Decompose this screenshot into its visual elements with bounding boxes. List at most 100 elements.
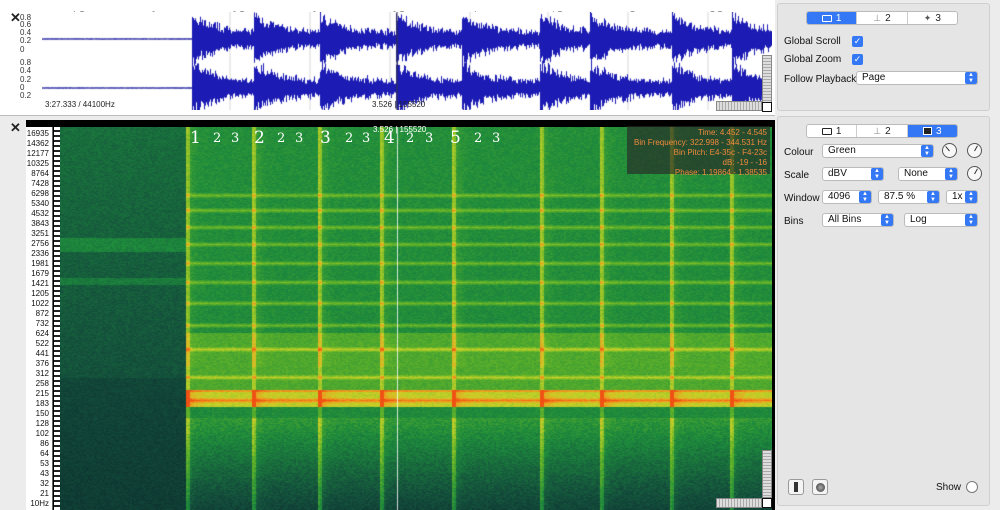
info-time: Time: 4.452 - 4.545 <box>697 128 767 137</box>
spectrogram-property-panel: 1 ⊥ 2 3 Colour Green ▲ ▼ Scale dBV ▲ ▼ None ▲ ▼… <box>777 116 990 506</box>
chevron-updown-icon: ▲ ▼ <box>965 191 977 203</box>
tab-layer-3[interactable]: ✦ 3 <box>908 12 957 24</box>
frequency-label: 12177 <box>26 149 49 158</box>
tab-layer-1[interactable]: 1 <box>807 125 858 137</box>
vertical-zoom-scrollbar[interactable] <box>762 55 772 103</box>
info-db: dB: -19 - -16 <box>722 158 767 167</box>
colour-select[interactable]: Green ▲ ▼ <box>822 144 934 158</box>
spectrogram-horizontal-zoom-scrollbar[interactable] <box>716 498 762 508</box>
pane-icon <box>821 14 832 22</box>
amplitude-label: 0.2 <box>20 91 32 100</box>
frequency-label: 3843 <box>31 219 49 228</box>
frequency-label: 64 <box>40 449 49 458</box>
measurement-info-box: Time: 4.452 - 4.545 Bin Frequency: 322.9… <box>627 126 770 177</box>
chevron-updown-icon: ▲ ▼ <box>921 145 933 157</box>
frequency-label: 7428 <box>31 179 49 188</box>
select-value: All Bins <box>828 214 862 225</box>
select-value: 1x <box>952 191 963 202</box>
frequency-label: 441 <box>35 349 49 358</box>
follow-playback-select[interactable]: Page ▲ ▼ <box>856 71 978 85</box>
frequency-label: 86 <box>40 439 49 448</box>
colour-rotation-knob[interactable] <box>942 143 957 158</box>
beat-label: 5 <box>450 128 461 148</box>
beat-label: 3 <box>362 131 371 146</box>
layer-icon <box>794 482 798 492</box>
beat-label: 3 <box>295 131 304 146</box>
scale-select[interactable]: dBV ▲ ▼ <box>822 167 884 181</box>
waveform-pane[interactable]: ✕ 1.522.533.544.555.5 0.80.60.40.200.80.… <box>0 0 775 116</box>
frequency-label: 2336 <box>31 249 49 258</box>
waveform-canvas[interactable] <box>42 12 772 110</box>
frequency-label: 8764 <box>31 169 49 178</box>
info-bin-pitch: Bin Pitch: E4-35c - F4-23c <box>673 148 767 157</box>
frequency-label: 258 <box>35 379 49 388</box>
cursor-position-info: 3.526 | 155520 <box>372 100 426 109</box>
spectrogram-pane[interactable]: ✕ 16935 14362 12177 10325 8764 7428 6298 5340 45… <box>0 120 775 510</box>
window-overlap-select[interactable]: 87.5 % ▲ ▼ <box>878 190 940 204</box>
spectrogram-icon <box>923 127 933 135</box>
gain-knob[interactable] <box>967 166 982 181</box>
frequency-label: 183 <box>35 399 49 408</box>
frequency-label: 21 <box>40 489 49 498</box>
frequency-label: 1022 <box>31 299 49 308</box>
layer-visibility-button[interactable] <box>788 479 804 495</box>
oversampling-select[interactable]: 1x ▲ ▼ <box>946 190 978 204</box>
show-toggle[interactable] <box>966 481 978 493</box>
info-bin-frequency: Bin Frequency: 322.998 - 344.531 Hz <box>634 138 767 147</box>
beat-label: 1 <box>190 128 201 148</box>
horizontal-zoom-scrollbar[interactable] <box>716 101 762 111</box>
frequency-label: 32 <box>40 479 49 488</box>
close-spectrogram-pane-icon[interactable]: ✕ <box>10 121 21 134</box>
window-label: Window <box>784 193 820 204</box>
tab-label: 1 <box>835 125 842 137</box>
frequency-label: 215 <box>35 389 49 398</box>
spectrogram-cursor-info: 3.526 | 155520 <box>373 125 427 134</box>
frequency-label: 14362 <box>26 139 49 148</box>
beat-label: 3 <box>320 128 331 148</box>
threshold-knob[interactable] <box>967 143 982 158</box>
tab-label: 2 <box>885 125 891 137</box>
tab-label: 3 <box>935 12 941 24</box>
tab-label: 1 <box>835 12 842 24</box>
chevron-updown-icon: ▲ ▼ <box>945 168 957 180</box>
waveform-icon: ✦ <box>923 12 932 23</box>
tab-layer-2[interactable]: ⊥ 2 <box>857 125 908 137</box>
tab-layer-1[interactable]: 1 <box>807 12 858 24</box>
play-audio-button[interactable] <box>812 479 828 495</box>
chevron-updown-icon: ▲ ▼ <box>859 191 871 203</box>
amplitude-label: 0 <box>20 45 25 54</box>
zoom-reset-button[interactable] <box>762 102 772 112</box>
frequency-label: 376 <box>35 359 49 368</box>
frequency-label: 872 <box>35 309 49 318</box>
spectrogram-canvas[interactable] <box>60 127 772 510</box>
frequency-label: 10Hz <box>30 499 49 508</box>
tab-layer-2[interactable]: ⊥ 2 <box>857 12 908 24</box>
layer-tabs-bottom: 1 ⊥ 2 3 <box>806 124 958 138</box>
frequency-label: 150 <box>35 409 49 418</box>
normalization-select[interactable]: None ▲ ▼ <box>898 167 958 181</box>
global-zoom-checkbox[interactable]: ✓ <box>852 54 863 65</box>
select-value: Green <box>828 145 856 156</box>
bins-select[interactable]: All Bins ▲ ▼ <box>822 213 894 227</box>
spectrogram-zoom-reset-button[interactable] <box>762 498 772 508</box>
sonic-visualiser-window: ✕ 1.522.533.544.555.5 0.80.60.40.200.80.… <box>0 0 1000 510</box>
chevron-updown-icon: ▲ ▼ <box>871 168 883 180</box>
amplitude-label: 0.4 <box>20 66 32 75</box>
show-label: Show <box>936 482 962 493</box>
amplitude-label: 0.2 <box>20 36 32 45</box>
spectrogram-vertical-zoom-scrollbar[interactable] <box>762 450 772 498</box>
global-scroll-checkbox[interactable]: ✓ <box>852 36 863 47</box>
frequency-label: 43 <box>40 469 49 478</box>
frequency-label: 312 <box>35 369 49 378</box>
tab-layer-3[interactable]: 3 <box>907 125 957 137</box>
frequency-label: 2756 <box>31 239 49 248</box>
frequency-label: 10325 <box>26 159 49 168</box>
frequency-label: 102 <box>35 429 49 438</box>
frequency-scale-select[interactable]: Log ▲ ▼ <box>904 213 978 227</box>
frequency-label: 16935 <box>26 129 49 138</box>
frequency-label: 1205 <box>31 289 49 298</box>
bins-label: Bins <box>784 216 804 227</box>
colour-label: Colour <box>784 147 814 158</box>
tab-label: 2 <box>885 12 891 24</box>
window-size-select[interactable]: 4096 ▲ ▼ <box>822 190 872 204</box>
